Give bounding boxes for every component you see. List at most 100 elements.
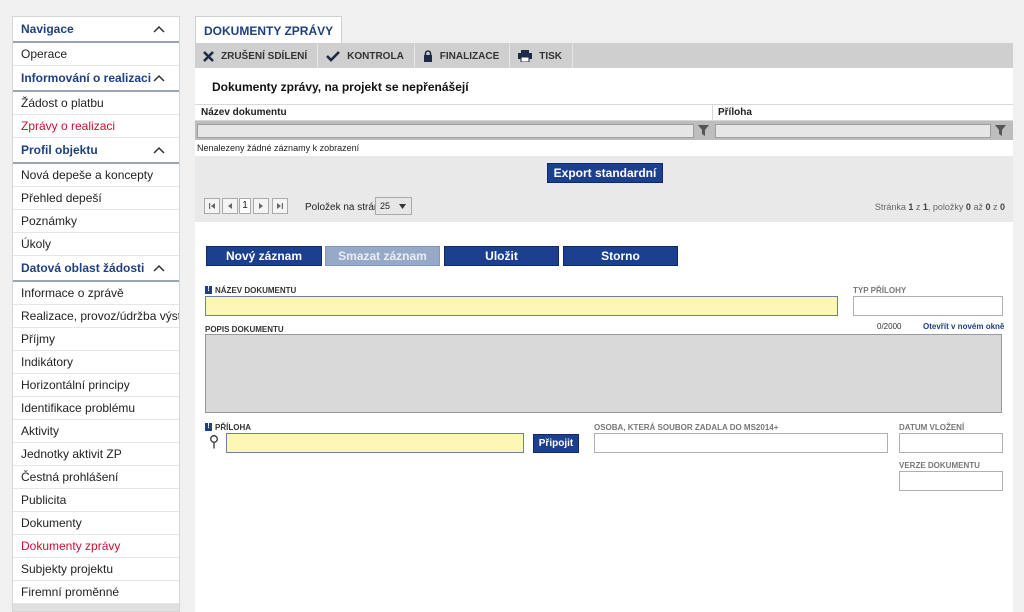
column-header-priloha[interactable]: Příloha [712,105,752,122]
check-label: KONTROLA [347,50,404,62]
document-description-label: POPIS DOKUMENTU [205,325,284,334]
check-button[interactable]: KONTROLA [318,44,415,68]
finalize-label: FINALIZACE [439,50,500,62]
print-button[interactable]: TISK [510,44,574,68]
new-record-button[interactable]: Nový záznam [206,246,322,266]
sidebar-item-subjekty-projektu[interactable]: Subjekty projektu [13,558,179,581]
sidebar-footer [13,604,179,611]
finalize-button[interactable]: FINALIZACE [415,44,511,68]
previous-page-button[interactable] [222,198,238,214]
sidebar-item-dokumenty-zpravy[interactable]: Dokumenty zprávy [13,535,179,558]
description-char-counter: 0/2000 [877,322,902,331]
pager: 1 Položek na stránku 25 Stránka 1 z 1, p… [195,194,1013,218]
sidebar: Navigace Operace Informování o realizaci… [12,16,180,612]
per-page-value: 25 [380,201,391,211]
sidebar-section-informovani[interactable]: Informování o realizaci [13,66,179,92]
document-name-input[interactable] [205,296,838,316]
close-icon [203,50,214,62]
chevron-up-icon[interactable] [153,25,165,33]
document-name-label-text: NÁZEV DOKUMENTU [215,286,297,295]
document-version-field[interactable] [899,471,1003,491]
sidebar-section-datova-oblast[interactable]: Datová oblast žádosti [13,256,179,282]
document-name-label: ! NÁZEV DOKUMENTU [205,286,296,295]
sidebar-item-dokumenty[interactable]: Dokumenty [13,512,179,535]
filter-icon[interactable] [995,125,1006,136]
printer-icon [518,50,533,62]
sidebar-item-prijmy[interactable]: Příjmy [13,328,179,351]
upload-date-label: DATUM VLOŽENÍ [899,423,965,432]
lock-icon [423,50,432,62]
previous-page-icon [228,203,232,209]
sidebar-section-profil-objektu[interactable]: Profil objektu [13,138,179,164]
sidebar-item-nova-depese[interactable]: Nová depeše a koncepty [13,164,179,187]
sidebar-item-publicita[interactable]: Publicita [13,489,179,512]
documents-panel: Dokumenty zprávy, na projekt se nepřenáš… [195,68,1013,612]
sidebar-item-horizontalni-principy[interactable]: Horizontální principy [13,374,179,397]
cancel-button[interactable]: Storno [563,246,678,266]
page-info-of: z [913,202,923,212]
sidebar-item-informace-o-zprave[interactable]: Informace o zprávě [13,282,179,305]
filter-input-priloha[interactable] [715,124,991,138]
sidebar-item-prehled-depesi[interactable]: Přehled depeší [13,187,179,210]
sidebar-item-identifikace-problemu[interactable]: Identifikace problému [13,397,179,420]
export-standard-button[interactable]: Export standardní [547,163,663,183]
sidebar-section-title: Profil objektu [21,143,98,157]
sidebar-item-realizace-provoz[interactable]: Realizace, provoz/údržba výstupu [13,305,179,328]
page-info-items: , položky [927,202,966,212]
open-in-new-window-link[interactable]: Otevřít v novém okně [923,322,1004,331]
next-page-button[interactable] [253,198,269,214]
page-info-prefix: Stránka [874,202,909,212]
sidebar-item-operace[interactable]: Operace [13,43,179,66]
sidebar-section-navigace[interactable]: Navigace [13,17,179,43]
sidebar-item-zpravy-o-realizaci[interactable]: Zprávy o realizaci [13,115,179,138]
sidebar-item-firemni-promenne[interactable]: Firemní proměnné [13,581,179,604]
section-title: Dokumenty zprávy, na projekt se nepřenáš… [212,80,469,94]
cancel-share-button[interactable]: ZRUŠENÍ SDÍLENÍ [195,44,319,68]
attachment-label: ! PŘÍLOHA [205,423,251,432]
tab-dokumenty-zpravy[interactable]: DOKUMENTY ZPRÁVY [195,16,343,44]
delete-record-button[interactable]: Smazat záznam [325,246,440,266]
document-description-textarea[interactable] [205,334,1002,413]
sidebar-item-aktivity[interactable]: Aktivity [13,420,179,443]
main-content: DOKUMENTY ZPRÁVY ZRUŠENÍ SDÍLENÍ KONTROL… [195,16,1013,612]
upload-date-field[interactable] [899,433,1003,453]
next-page-icon [259,203,263,209]
required-icon: ! [205,286,212,294]
grid-header: Název dokumentu Příloha [195,104,1013,122]
last-page-icon [277,203,283,209]
print-label: TISK [539,50,563,62]
sidebar-section-title: Datová oblast žádosti [21,261,145,275]
filter-row [195,121,1013,140]
sidebar-item-jednotky-aktivit[interactable]: Jednotky aktivit ZP [13,443,179,466]
uploader-field[interactable] [594,433,888,453]
chevron-up-icon[interactable] [153,146,165,154]
sidebar-item-poznamky[interactable]: Poznámky [13,210,179,233]
document-version-label: VERZE DOKUMENTU [899,461,980,470]
sidebar-section-title: Informování o realizaci [21,71,152,85]
attachment-file-input[interactable] [226,433,524,453]
required-icon: ! [205,423,212,431]
attachment-type-field[interactable] [853,296,1003,316]
uploader-label: OSOBA, KTERÁ SOUBOR ZADALA DO MS2014+ [594,423,779,432]
sidebar-item-cestna-prohlaseni[interactable]: Čestná prohlášení [13,466,179,489]
sidebar-item-ukoly[interactable]: Úkoly [13,233,179,256]
page-info-total: 0 [999,202,1005,212]
grid-footer: Export standardní 1 Položek na stránku 2… [195,156,1013,222]
filter-input-nazev[interactable] [197,124,694,138]
save-button[interactable]: Uložit [444,246,559,266]
column-header-nazev[interactable]: Název dokumentu [195,105,287,122]
attach-button[interactable]: Připojit [533,434,579,453]
sidebar-section-title: Navigace [21,22,74,36]
sidebar-item-indikatory[interactable]: Indikátory [13,351,179,374]
first-page-button[interactable] [204,198,220,214]
sidebar-item-zadost-o-platbu[interactable]: Žádost o platbu [13,92,179,115]
filter-icon[interactable] [698,125,709,136]
page-info-to-word: až [970,202,986,212]
chevron-up-icon[interactable] [153,74,165,82]
last-page-button[interactable] [272,198,288,214]
attachment-label-text: PŘÍLOHA [215,423,251,432]
attachment-type-label: TYP PŘÍLOHY [853,286,907,295]
chevron-up-icon[interactable] [153,264,165,272]
current-page-input[interactable]: 1 [239,198,251,214]
per-page-select[interactable]: 25 [375,197,412,215]
